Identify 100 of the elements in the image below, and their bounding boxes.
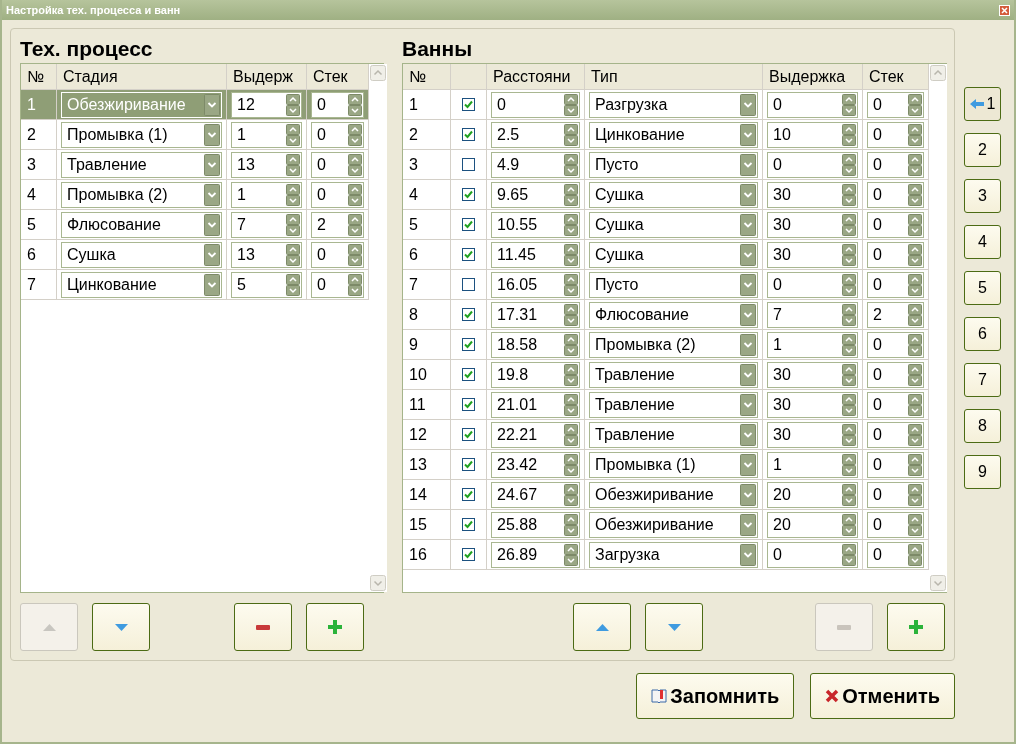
spin-button[interactable] (564, 183, 578, 206)
spin-button[interactable] (908, 543, 922, 566)
spin-button[interactable] (564, 153, 578, 176)
type-dropdown[interactable]: Загрузка (589, 541, 758, 568)
spin-button[interactable] (908, 243, 922, 266)
spin-button[interactable] (286, 123, 300, 146)
spin-button[interactable] (348, 243, 362, 266)
type-dropdown[interactable]: Травление (589, 361, 758, 388)
spin-button[interactable] (564, 483, 578, 506)
plus-button[interactable] (306, 603, 364, 651)
spin-button[interactable] (564, 243, 578, 266)
spin-button[interactable] (842, 513, 856, 536)
spin-button[interactable] (908, 393, 922, 416)
spin-button[interactable] (908, 333, 922, 356)
hold-field[interactable]: 13 (231, 241, 302, 268)
distance-field[interactable]: 16.05 (491, 271, 580, 298)
spin-button[interactable] (908, 273, 922, 296)
spin-button[interactable] (564, 303, 578, 326)
type-dropdown[interactable]: Промывка (2) (589, 331, 758, 358)
stack-field[interactable]: 0 (867, 451, 924, 478)
stack-field[interactable]: 0 (867, 181, 924, 208)
distance-field[interactable]: 24.67 (491, 481, 580, 508)
checkbox[interactable] (462, 158, 475, 171)
stack-field[interactable]: 0 (867, 511, 924, 538)
spin-button[interactable] (564, 453, 578, 476)
spin-button[interactable] (842, 123, 856, 146)
stack-field[interactable]: 0 (867, 391, 924, 418)
minus-button[interactable] (234, 603, 292, 651)
hold-field[interactable]: 12 (231, 91, 302, 118)
type-dropdown[interactable]: Пусто (589, 151, 758, 178)
table-row[interactable]: 5 Флюсование 7 2 (21, 210, 369, 240)
stack-field[interactable]: 0 (311, 271, 364, 298)
spin-button[interactable] (842, 273, 856, 296)
spin-button[interactable] (842, 363, 856, 386)
spin-button[interactable] (286, 213, 300, 236)
checkbox[interactable] (462, 368, 475, 381)
hold-field[interactable]: 7 (231, 211, 302, 238)
close-icon[interactable] (999, 4, 1010, 16)
checkbox[interactable] (462, 278, 475, 291)
hold-field[interactable]: 1 (231, 181, 302, 208)
spin-button[interactable] (564, 333, 578, 356)
stack-field[interactable]: 2 (311, 211, 364, 238)
spin-button[interactable] (908, 93, 922, 116)
up-button[interactable] (573, 603, 631, 651)
line-button[interactable]: 1 (964, 87, 1001, 121)
spin-button[interactable] (842, 93, 856, 116)
spin-button[interactable] (842, 153, 856, 176)
type-dropdown[interactable]: Сушка (589, 241, 758, 268)
type-dropdown[interactable]: Сушка (589, 181, 758, 208)
hold-field[interactable]: 1 (231, 121, 302, 148)
type-dropdown[interactable]: Обезжиривание (589, 511, 758, 538)
line-button[interactable]: 7 (964, 363, 1001, 397)
spin-button[interactable] (564, 273, 578, 296)
type-dropdown[interactable]: Флюсование (589, 301, 758, 328)
spin-button[interactable] (348, 123, 362, 146)
stage-dropdown[interactable]: Промывка (2) (61, 181, 222, 208)
stage-dropdown[interactable]: Промывка (1) (61, 121, 222, 148)
distance-field[interactable]: 17.31 (491, 301, 580, 328)
distance-field[interactable]: 18.58 (491, 331, 580, 358)
distance-field[interactable]: 25.88 (491, 511, 580, 538)
distance-field[interactable]: 21.01 (491, 391, 580, 418)
spin-button[interactable] (564, 513, 578, 536)
dropdown-button[interactable] (204, 243, 220, 266)
spin-button[interactable] (348, 183, 362, 206)
spin-button[interactable] (908, 213, 922, 236)
spin-button[interactable] (348, 153, 362, 176)
dropdown-button[interactable] (740, 93, 756, 116)
dropdown-button[interactable] (740, 273, 756, 296)
save-button[interactable]: Запомнить (636, 673, 795, 719)
table-row[interactable]: 7 Цинкование 5 0 (21, 270, 369, 300)
checkbox[interactable] (462, 338, 475, 351)
spin-button[interactable] (286, 243, 300, 266)
distance-field[interactable]: 19.8 (491, 361, 580, 388)
checkbox[interactable] (462, 488, 475, 501)
spin-button[interactable] (842, 303, 856, 326)
type-dropdown[interactable]: Промывка (1) (589, 451, 758, 478)
hold-field[interactable]: 30 (767, 181, 858, 208)
hold-field[interactable]: 0 (767, 541, 858, 568)
dropdown-button[interactable] (740, 333, 756, 356)
distance-field[interactable]: 10.55 (491, 211, 580, 238)
spin-button[interactable] (908, 453, 922, 476)
hold-field[interactable]: 30 (767, 211, 858, 238)
type-dropdown[interactable]: Разгрузка (589, 91, 758, 118)
checkbox[interactable] (462, 248, 475, 261)
stage-dropdown[interactable]: Флюсование (61, 211, 222, 238)
spin-button[interactable] (348, 213, 362, 236)
type-dropdown[interactable]: Травление (589, 421, 758, 448)
dropdown-button[interactable] (740, 453, 756, 476)
hold-field[interactable]: 30 (767, 421, 858, 448)
dropdown-button[interactable] (740, 153, 756, 176)
dropdown-button[interactable] (204, 93, 220, 116)
distance-field[interactable]: 23.42 (491, 451, 580, 478)
dropdown-button[interactable] (740, 303, 756, 326)
type-dropdown[interactable]: Травление (589, 391, 758, 418)
checkbox[interactable] (462, 518, 475, 531)
spin-button[interactable] (286, 183, 300, 206)
dropdown-button[interactable] (740, 123, 756, 146)
spin-button[interactable] (842, 243, 856, 266)
stack-field[interactable]: 0 (867, 481, 924, 508)
stack-field[interactable]: 0 (311, 241, 364, 268)
